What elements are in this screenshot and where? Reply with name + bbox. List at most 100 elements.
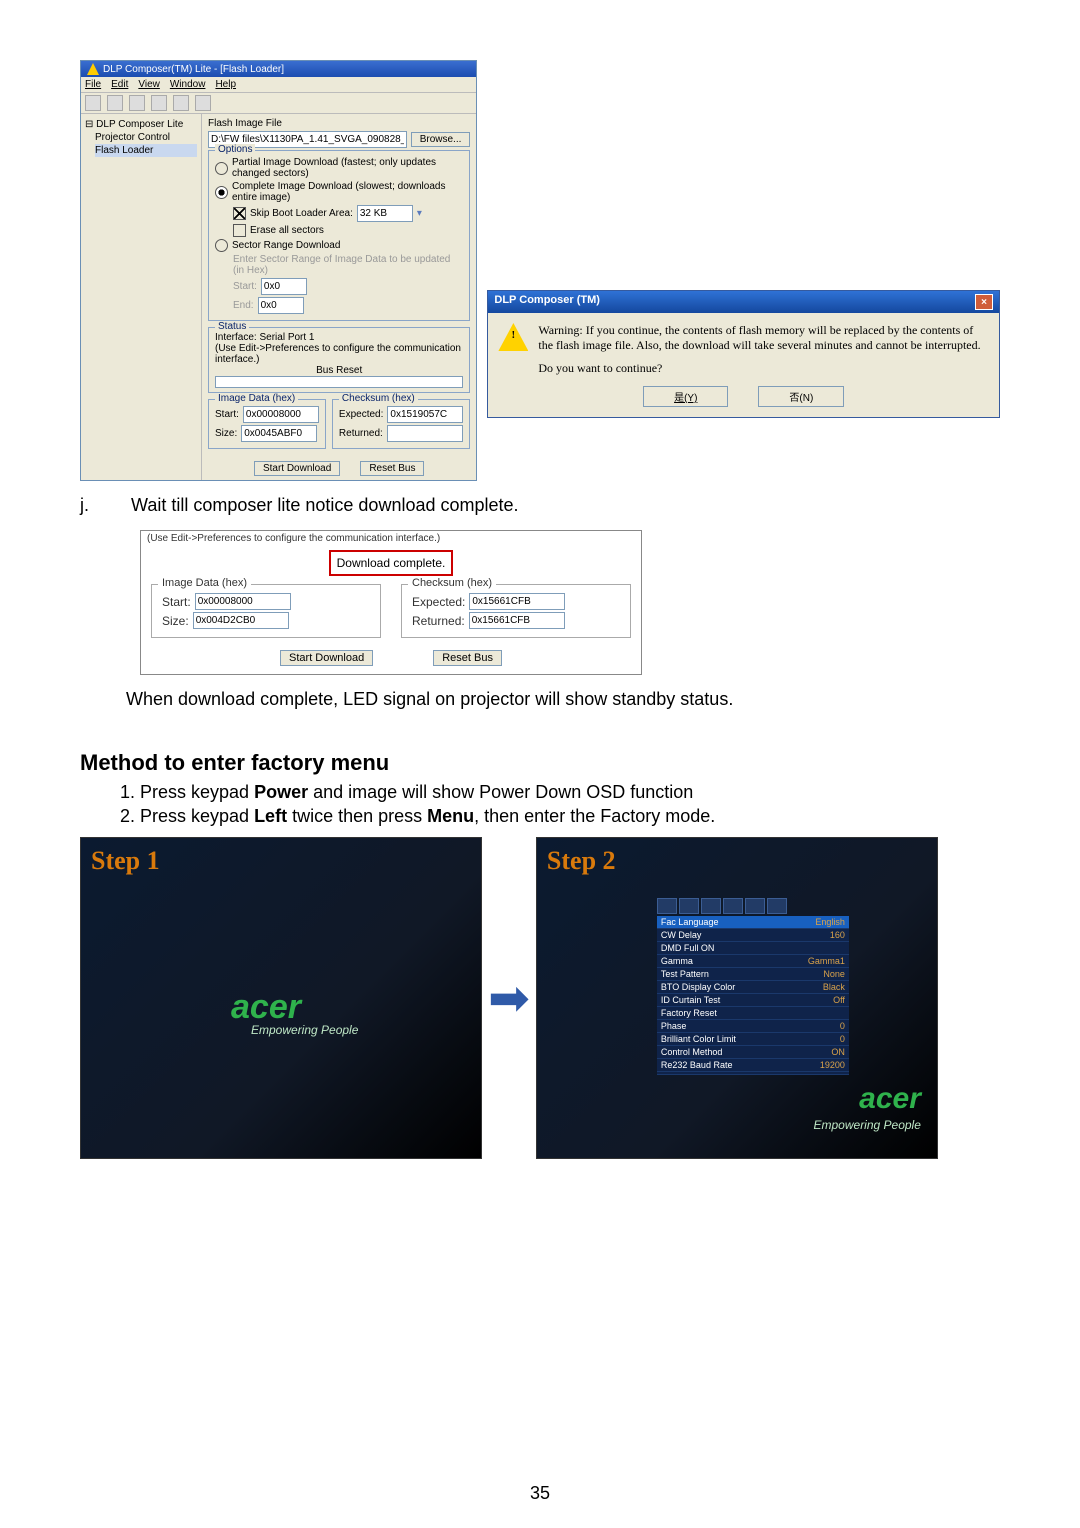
osd-row: Factory Reset xyxy=(657,1007,849,1020)
yes-button[interactable]: 是(Y) xyxy=(643,386,728,407)
dialog-title: DLP Composer (TM) xyxy=(494,294,600,310)
progress-bar xyxy=(215,376,463,388)
no-button[interactable]: 否(N) xyxy=(758,386,844,407)
osd-row: ID Curtain TestOff xyxy=(657,994,849,1007)
step-images-row: Step 1 acer Empowering People ➡ Step 2 F… xyxy=(80,837,1000,1159)
status-phase: Bus Reset xyxy=(215,365,463,376)
arrow-right-icon: ➡ xyxy=(488,969,530,1027)
tree-projector-control[interactable]: Projector Control xyxy=(95,131,197,144)
c-img-start xyxy=(195,593,291,610)
osd-row: GammaGamma1 xyxy=(657,955,849,968)
help-icon[interactable] xyxy=(173,95,189,111)
img-start-input xyxy=(243,406,319,423)
menu-window[interactable]: Window xyxy=(170,79,206,90)
c-img-size xyxy=(193,612,289,629)
browse-button[interactable]: Browse... xyxy=(411,132,471,147)
warning-dialog: DLP Composer (TM) × Warning: If you cont… xyxy=(487,290,1000,418)
label-erase: Erase all sectors xyxy=(250,225,324,236)
warning-icon xyxy=(498,323,528,351)
sector-start-input xyxy=(261,278,307,295)
close-icon[interactable]: × xyxy=(975,294,993,310)
osd-row: Control MethodON xyxy=(657,1046,849,1059)
app-icon xyxy=(87,63,99,75)
status-legend: Status xyxy=(215,321,249,332)
label-complete: Complete Image Download (slowest; downlo… xyxy=(232,181,463,203)
checksum-legend: Checksum (hex) xyxy=(339,393,418,404)
chk-skip-boot[interactable] xyxy=(233,207,246,220)
skip-size-select[interactable] xyxy=(357,205,413,222)
tree-root[interactable]: ⊟ DLP Composer Lite xyxy=(85,118,197,131)
complete-checksum-group: Checksum (hex) Expected: Returned: xyxy=(401,584,631,638)
menu-help[interactable]: Help xyxy=(215,79,236,90)
label-chk-ret: Returned: xyxy=(339,428,383,439)
chk-erase-all[interactable] xyxy=(233,224,246,237)
label-end: End: xyxy=(233,300,254,311)
dialog-titlebar: DLP Composer (TM) × xyxy=(488,291,999,313)
label-skip: Skip Boot Loader Area: xyxy=(250,208,353,219)
complete-start-download-button[interactable]: Start Download xyxy=(280,650,373,666)
nav-tree: ⊟ DLP Composer Lite Projector Control Fl… xyxy=(81,114,202,480)
step-j-letter: j. xyxy=(80,495,126,516)
complete-hint: (Use Edit->Preferences to configure the … xyxy=(141,531,641,546)
osd-row: CW Delay160 xyxy=(657,929,849,942)
osd-tabs xyxy=(657,898,849,914)
label-sector: Sector Range Download xyxy=(232,240,340,251)
dialog-msg2: Do you want to continue? xyxy=(538,361,989,376)
start-download-button[interactable]: Start Download xyxy=(254,461,340,476)
osd-row: BTO Display ColorBlack xyxy=(657,981,849,994)
label-partial: Partial Image Download (fastest; only up… xyxy=(232,157,463,179)
c-img-start-l: Start: xyxy=(162,595,191,609)
osd-row: Fac LanguageEnglish xyxy=(657,916,849,929)
step2-tagline: Empowering People xyxy=(814,1118,921,1132)
osd-row: Re232 Baud Rate19200 xyxy=(657,1059,849,1072)
tree-flash-loader[interactable]: Flash Loader xyxy=(95,144,197,157)
menu-bar: File Edit View Window Help xyxy=(81,77,476,93)
menu-edit[interactable]: Edit xyxy=(111,79,128,90)
window-title: DLP Composer(TM) Lite - [Flash Loader] xyxy=(103,64,284,75)
step2-brand: acer xyxy=(859,1082,921,1116)
tree-root-label: DLP Composer Lite xyxy=(96,119,183,130)
osd-row: Test PatternNone xyxy=(657,968,849,981)
file-label: Flash Image File xyxy=(208,118,470,129)
toolbar xyxy=(81,93,476,114)
img-size-input xyxy=(241,425,317,442)
menu-file[interactable]: File xyxy=(85,79,101,90)
copy-icon[interactable] xyxy=(107,95,123,111)
checksum-group: Checksum (hex) Expected: Returned: xyxy=(332,399,470,449)
sector-hint: Enter Sector Range of Image Data to be u… xyxy=(233,254,463,276)
label-img-size: Size: xyxy=(215,428,237,439)
print-icon[interactable] xyxy=(151,95,167,111)
options-legend: Options xyxy=(215,144,255,155)
label-start: Start: xyxy=(233,281,257,292)
whats-this-icon[interactable] xyxy=(195,95,211,111)
c-img-size-l: Size: xyxy=(162,614,189,628)
sector-end-input xyxy=(258,297,304,314)
status-hint: (Use Edit->Preferences to configure the … xyxy=(215,343,463,365)
radio-complete[interactable] xyxy=(215,186,228,199)
options-group: Options Partial Image Download (fastest;… xyxy=(208,150,470,321)
dropdown-icon[interactable]: ▾ xyxy=(417,208,422,219)
cut-icon[interactable] xyxy=(85,95,101,111)
paste-icon[interactable] xyxy=(129,95,145,111)
c-chk-exp-l: Expected: xyxy=(412,595,465,609)
osd-row: Phase0 xyxy=(657,1020,849,1033)
page-number: 35 xyxy=(0,1483,1080,1504)
step1-image: Step 1 acer Empowering People xyxy=(80,837,482,1159)
radio-partial[interactable] xyxy=(215,162,228,175)
step-j-text: Wait till composer lite notice download … xyxy=(131,495,519,515)
menu-view[interactable]: View xyxy=(138,79,160,90)
radio-sector-range[interactable] xyxy=(215,239,228,252)
download-complete-panel: (Use Edit->Preferences to configure the … xyxy=(140,530,642,675)
step-j-after: When download complete, LED signal on pr… xyxy=(126,689,1000,710)
osd-row: DMD Full ON xyxy=(657,942,849,955)
complete-reset-bus-button[interactable]: Reset Bus xyxy=(433,650,502,666)
reset-bus-button[interactable]: Reset Bus xyxy=(360,461,424,476)
dialog-text: Warning: If you continue, the contents o… xyxy=(538,323,989,376)
chk-ret-input xyxy=(387,425,463,442)
factory-steps: Press keypad Power and image will show P… xyxy=(100,782,1000,827)
window-titlebar: DLP Composer(TM) Lite - [Flash Loader] xyxy=(81,61,476,77)
c-chk-ret-l: Returned: xyxy=(412,614,465,628)
label-img-start: Start: xyxy=(215,409,239,420)
complete-chk-legend: Checksum (hex) xyxy=(408,577,496,589)
step2-image: Step 2 Fac LanguageEnglishCW Delay160DMD… xyxy=(536,837,938,1159)
